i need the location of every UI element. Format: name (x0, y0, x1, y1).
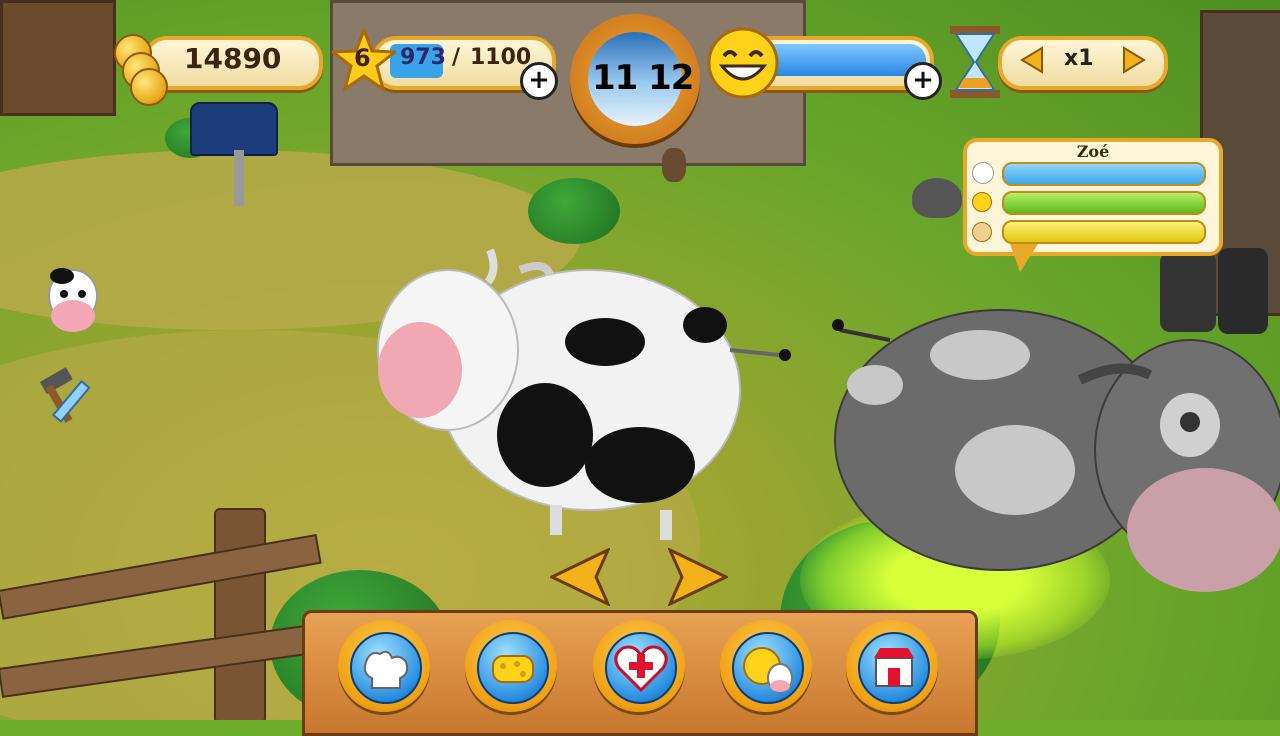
add-happiness-button[interactable]: + (904, 62, 942, 100)
sponge-icon (492, 655, 534, 683)
xp-separator: / (452, 45, 461, 70)
food-icon (972, 222, 992, 242)
heal-button[interactable] (593, 620, 685, 712)
speed-value: x1 (1064, 46, 1094, 71)
clock-time: 11 12 (592, 58, 694, 98)
wash-button[interactable] (465, 620, 557, 712)
next-arrow-button[interactable] (668, 548, 728, 606)
heart-cross-icon (614, 645, 668, 693)
feed-status-bar (1002, 162, 1206, 186)
cow-grey[interactable] (830, 300, 1280, 620)
prev-arrow-button[interactable] (550, 548, 610, 606)
shop-button[interactable] (846, 620, 938, 712)
hammer-syringe-icon[interactable] (36, 362, 108, 430)
xp-max: 1100 (470, 45, 532, 70)
feed-button[interactable] (338, 620, 430, 712)
happiness-status-bar (1002, 191, 1206, 215)
smiley-icon (972, 192, 992, 212)
coins-value: 14890 (184, 42, 282, 75)
button-face (858, 632, 930, 704)
button-face (732, 632, 804, 704)
mailbox-post (234, 150, 244, 206)
happiness-bar-fill (760, 44, 926, 76)
food-status-bar (1002, 220, 1206, 244)
button-face (605, 632, 677, 704)
button-face (350, 632, 422, 704)
chef-hat-icon (972, 162, 994, 184)
shop-icon (874, 648, 914, 687)
xp-current: 973 (400, 45, 446, 70)
sell-button[interactable] (720, 620, 812, 712)
barn-left (0, 0, 116, 116)
button-face (477, 632, 549, 704)
mailbox (190, 102, 278, 156)
cow-white[interactable] (370, 230, 800, 560)
hourglass-icon (950, 26, 1000, 98)
small-animal (662, 148, 686, 182)
rabbit[interactable] (912, 178, 962, 218)
fence-post (214, 508, 266, 720)
cow-head-icon[interactable] (44, 262, 102, 336)
chef-hat-icon (363, 650, 409, 689)
coin-cow-icon (743, 647, 793, 693)
card-pointer (1010, 244, 1038, 272)
level-value: 6 (354, 44, 371, 72)
smiley-icon (707, 27, 779, 99)
speed-increase-button[interactable] (1122, 46, 1146, 74)
add-xp-button[interactable]: + (520, 62, 558, 100)
speed-decrease-button[interactable] (1020, 46, 1044, 74)
coin-icon (130, 68, 168, 106)
animal-name: Zoé (1076, 142, 1110, 161)
